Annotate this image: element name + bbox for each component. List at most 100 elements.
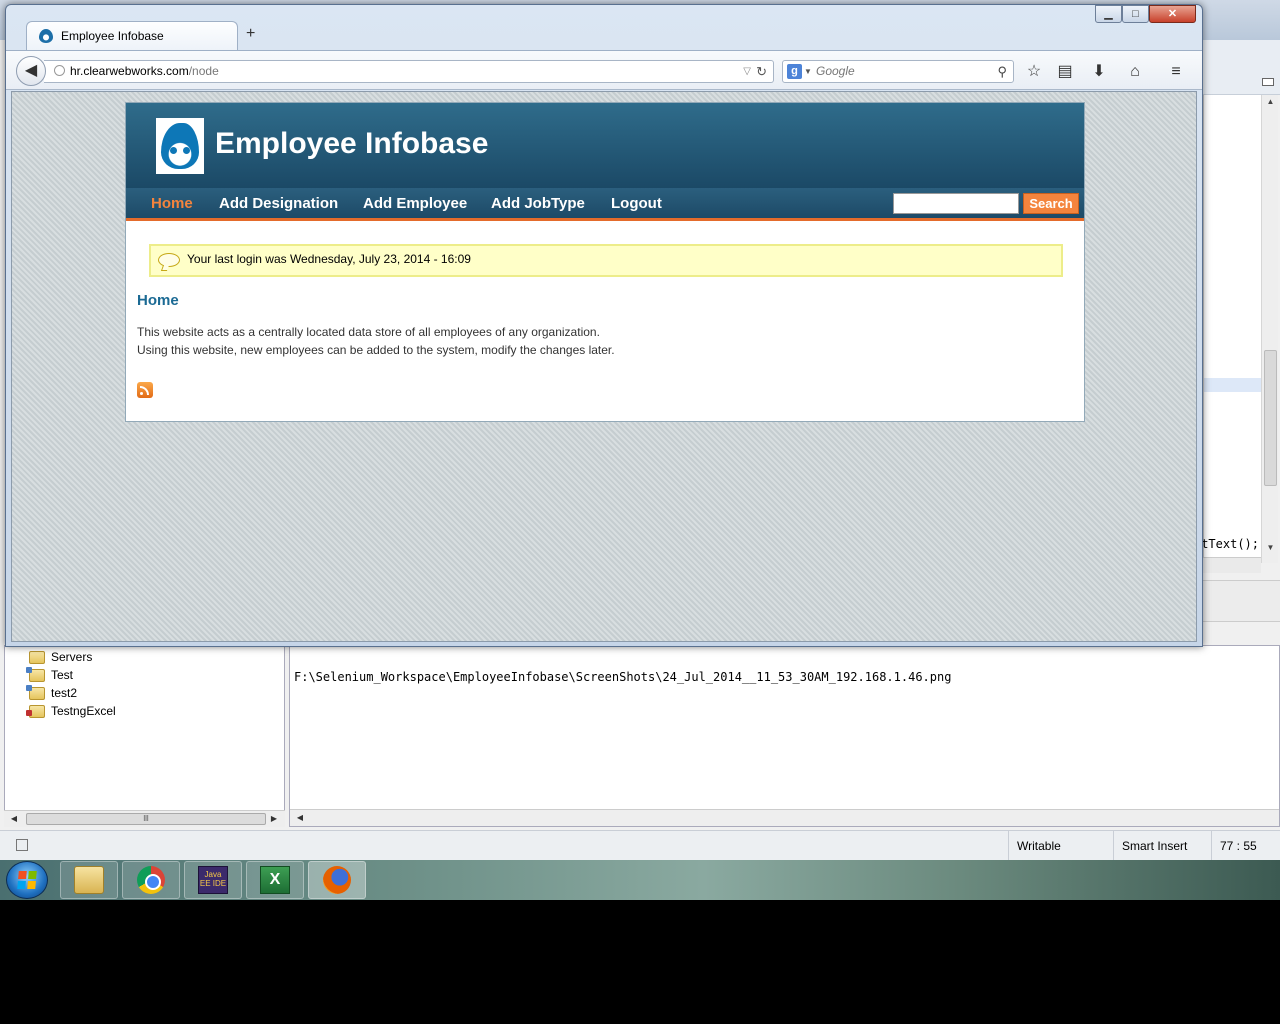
globe-icon bbox=[54, 65, 65, 76]
ide-status-bar: Writable Smart Insert 77 : 55 bbox=[0, 830, 1280, 860]
speech-bubble-icon bbox=[158, 253, 180, 267]
reload-icon[interactable]: ↻ bbox=[756, 61, 767, 82]
google-engine-icon[interactable]: g bbox=[787, 64, 802, 79]
project-explorer: Servers Test test2 TestngExcel bbox=[4, 645, 285, 827]
drupal-drop-icon bbox=[161, 123, 199, 169]
maximize-button[interactable]: □ bbox=[1122, 5, 1149, 23]
tab-title: Employee Infobase bbox=[61, 29, 164, 43]
ide-console-tabbar bbox=[1203, 580, 1280, 622]
minimize-button[interactable]: ▁ bbox=[1095, 5, 1122, 23]
drupal-page: Employee Infobase Home Add Designation A… bbox=[125, 102, 1085, 422]
editor-vertical-scrollbar[interactable]: ▲ ▼ bbox=[1261, 95, 1278, 563]
drupal-logo[interactable] bbox=[156, 118, 204, 174]
site-search-button[interactable]: Search bbox=[1023, 193, 1079, 214]
project-name: Servers bbox=[51, 650, 93, 664]
navigation-toolbar: hr.clearwebworks.com/node ▽ ↻ ◀ g ▼ Goog… bbox=[6, 50, 1202, 90]
editor-horizontal-scrollbar[interactable] bbox=[1203, 557, 1261, 573]
project-icon bbox=[26, 666, 45, 682]
search-bar[interactable]: g ▼ Google ⚲ bbox=[782, 60, 1014, 83]
new-tab-button[interactable]: + bbox=[246, 25, 255, 43]
home-icon[interactable]: ⌂ bbox=[1124, 61, 1146, 83]
site-search-input[interactable] bbox=[893, 193, 1019, 214]
scroll-thumb[interactable] bbox=[1264, 350, 1277, 486]
url-host: hr.clearwebworks.com bbox=[70, 64, 189, 78]
fast-view-icon[interactable] bbox=[16, 839, 28, 851]
page-viewport: Employee Infobase Home Add Designation A… bbox=[11, 91, 1197, 642]
chrome-icon bbox=[137, 866, 165, 894]
project-item[interactable]: TestngExcel bbox=[26, 702, 116, 720]
primary-menu: Home Add Designation Add Employee Add Jo… bbox=[126, 188, 1084, 221]
folder-icon bbox=[29, 650, 45, 664]
project-explorer-scrollbar[interactable]: ◀ lll ▶ bbox=[4, 810, 285, 827]
scroll-thumb[interactable]: lll bbox=[26, 813, 266, 825]
engine-dropdown-icon[interactable]: ▼ bbox=[804, 61, 812, 82]
project-item[interactable]: Servers bbox=[29, 648, 92, 666]
project-item[interactable]: test2 bbox=[26, 684, 78, 702]
console-scrollbar[interactable]: ◀ bbox=[290, 809, 1279, 826]
close-button[interactable]: ✕ bbox=[1149, 5, 1196, 23]
project-icon bbox=[26, 684, 45, 700]
windows-logo-icon bbox=[17, 871, 37, 889]
downloads-icon[interactable]: ⬇ bbox=[1088, 61, 1110, 83]
drupal-favicon-icon bbox=[39, 29, 53, 43]
scroll-left-icon[interactable]: ◀ bbox=[6, 811, 22, 827]
ide-minimize-icon[interactable] bbox=[1262, 78, 1274, 86]
excel-icon: X bbox=[260, 866, 290, 894]
body-line: Using this website, new employees can be… bbox=[137, 343, 615, 357]
site-name[interactable]: Employee Infobase bbox=[215, 127, 488, 161]
project-name: test2 bbox=[51, 686, 78, 700]
page-title: Home bbox=[137, 292, 179, 309]
status-message: Your last login was Wednesday, July 23, … bbox=[149, 244, 1063, 277]
magnifier-icon[interactable]: ⚲ bbox=[997, 61, 1007, 82]
explorer-icon bbox=[74, 866, 104, 894]
search-placeholder: Google bbox=[816, 64, 855, 78]
menu-add-employee[interactable]: Add Employee bbox=[363, 195, 467, 212]
taskbar-excel[interactable]: X bbox=[246, 861, 304, 899]
project-name: Test bbox=[51, 668, 74, 682]
rss-feed-icon[interactable] bbox=[137, 382, 153, 398]
back-button[interactable]: ◀ bbox=[16, 56, 46, 86]
start-button[interactable] bbox=[6, 861, 48, 899]
bookmarks-menu-icon[interactable]: ▤ bbox=[1054, 61, 1076, 83]
scroll-left-icon[interactable]: ◀ bbox=[292, 810, 308, 826]
eclipse-icon: Java EE IDE bbox=[198, 866, 228, 894]
status-insert-mode: Smart Insert bbox=[1113, 831, 1211, 860]
menu-home[interactable]: Home bbox=[151, 195, 193, 212]
current-line-highlight bbox=[1204, 378, 1262, 392]
taskbar-chrome[interactable] bbox=[122, 861, 180, 899]
project-item[interactable]: Test bbox=[26, 666, 74, 684]
menu-add-designation[interactable]: Add Designation bbox=[219, 195, 338, 212]
status-cursor-position: 77 : 55 bbox=[1211, 831, 1280, 860]
browser-tab[interactable]: Employee Infobase bbox=[26, 21, 238, 50]
scroll-up-icon[interactable]: ▲ bbox=[1262, 95, 1279, 109]
taskbar-firefox[interactable] bbox=[308, 861, 366, 899]
excel-project-icon bbox=[26, 704, 45, 718]
bookmark-star-icon[interactable]: ☆ bbox=[1023, 61, 1045, 83]
page-body: This website acts as a centrally located… bbox=[137, 323, 615, 359]
back-arrow-icon: ◀ bbox=[24, 62, 38, 79]
scroll-down-icon[interactable]: ▼ bbox=[1262, 541, 1279, 555]
menu-icon[interactable]: ≡ bbox=[1165, 61, 1187, 83]
site-header: Employee Infobase bbox=[126, 103, 1084, 188]
menu-add-jobtype[interactable]: Add JobType bbox=[491, 195, 585, 212]
windows-taskbar: Java EE IDE X bbox=[0, 860, 1280, 900]
firefox-window: ▁ □ ✕ Employee Infobase + hr.clearwebwor… bbox=[5, 4, 1203, 647]
status-message-text: Your last login was Wednesday, July 23, … bbox=[187, 252, 471, 266]
ide-code-editor[interactable]: tText(); bbox=[1201, 95, 1262, 563]
code-fragment: tText(); bbox=[1201, 537, 1259, 551]
project-name: TestngExcel bbox=[51, 704, 116, 718]
console-panel[interactable]: F:\Selenium_Workspace\EmployeeInfobase\S… bbox=[289, 645, 1280, 827]
taskbar-eclipse[interactable]: Java EE IDE bbox=[184, 861, 242, 899]
status-writable: Writable bbox=[1008, 831, 1113, 860]
history-dropdown-icon[interactable]: ▽ bbox=[743, 61, 751, 82]
body-line: This website acts as a centrally located… bbox=[137, 325, 600, 339]
console-output-line: F:\Selenium_Workspace\EmployeeInfobase\S… bbox=[294, 670, 952, 684]
ide-editor-tabbar bbox=[1203, 40, 1280, 95]
taskbar-explorer[interactable] bbox=[60, 861, 118, 899]
url-path: /node bbox=[188, 64, 219, 78]
url-bar[interactable]: hr.clearwebworks.com/node ▽ ↻ bbox=[44, 60, 774, 83]
menu-logout[interactable]: Logout bbox=[611, 195, 662, 212]
firefox-icon bbox=[323, 866, 351, 894]
window-controls: ▁ □ ✕ bbox=[1095, 5, 1196, 23]
scroll-right-icon[interactable]: ▶ bbox=[266, 811, 282, 827]
